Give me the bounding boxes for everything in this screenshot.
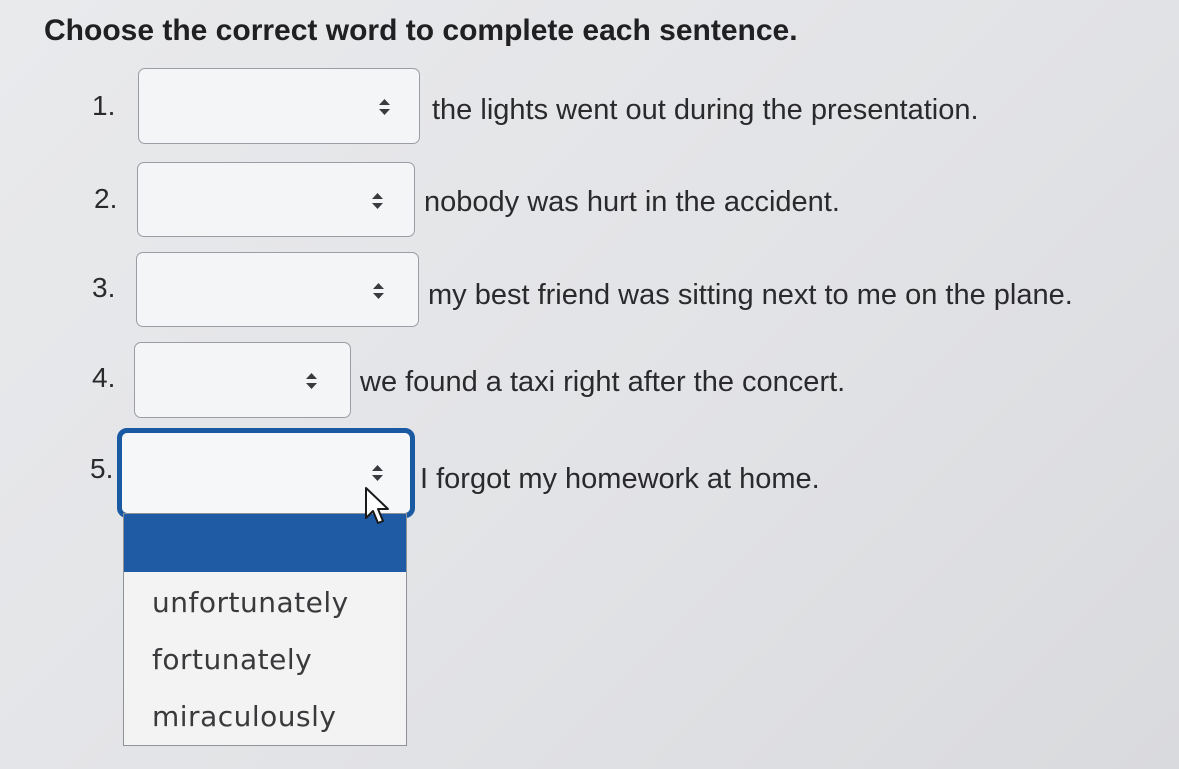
question-number: 5. [90, 453, 114, 484]
dropdown-option-unfortunately[interactable]: unfortunately [152, 586, 349, 619]
answer-select-4[interactable] [134, 342, 351, 418]
updown-arrows-icon [379, 99, 390, 115]
updown-arrows-icon [306, 373, 317, 389]
dropdown-list: unfortunately fortunately miraculously [123, 513, 407, 746]
sentence-text: the lights went out during the presentat… [432, 94, 979, 126]
updown-arrows-icon [373, 283, 384, 299]
answer-select-3[interactable] [136, 252, 419, 327]
instruction-heading: Choose the correct word to complete each… [44, 14, 798, 47]
answer-select-2[interactable] [137, 162, 415, 237]
sentence-text: my best friend was sitting next to me on… [428, 279, 1073, 311]
updown-arrows-icon [372, 193, 383, 209]
mouse-pointer-icon [363, 486, 393, 526]
dropdown-option-miraculously[interactable]: miraculously [152, 700, 336, 733]
question-number: 3. [92, 272, 116, 303]
sentence-text: nobody was hurt in the accident. [424, 186, 840, 218]
question-number: 2. [94, 183, 118, 214]
updown-arrows-icon [372, 465, 383, 481]
question-number: 4. [92, 362, 116, 393]
dropdown-option-fortunately[interactable]: fortunately [152, 643, 312, 676]
sentence-text: I forgot my homework at home. [420, 463, 820, 495]
sentence-text: we found a taxi right after the concert. [360, 366, 846, 398]
question-number: 1. [92, 90, 116, 121]
answer-select-1[interactable] [138, 68, 420, 144]
